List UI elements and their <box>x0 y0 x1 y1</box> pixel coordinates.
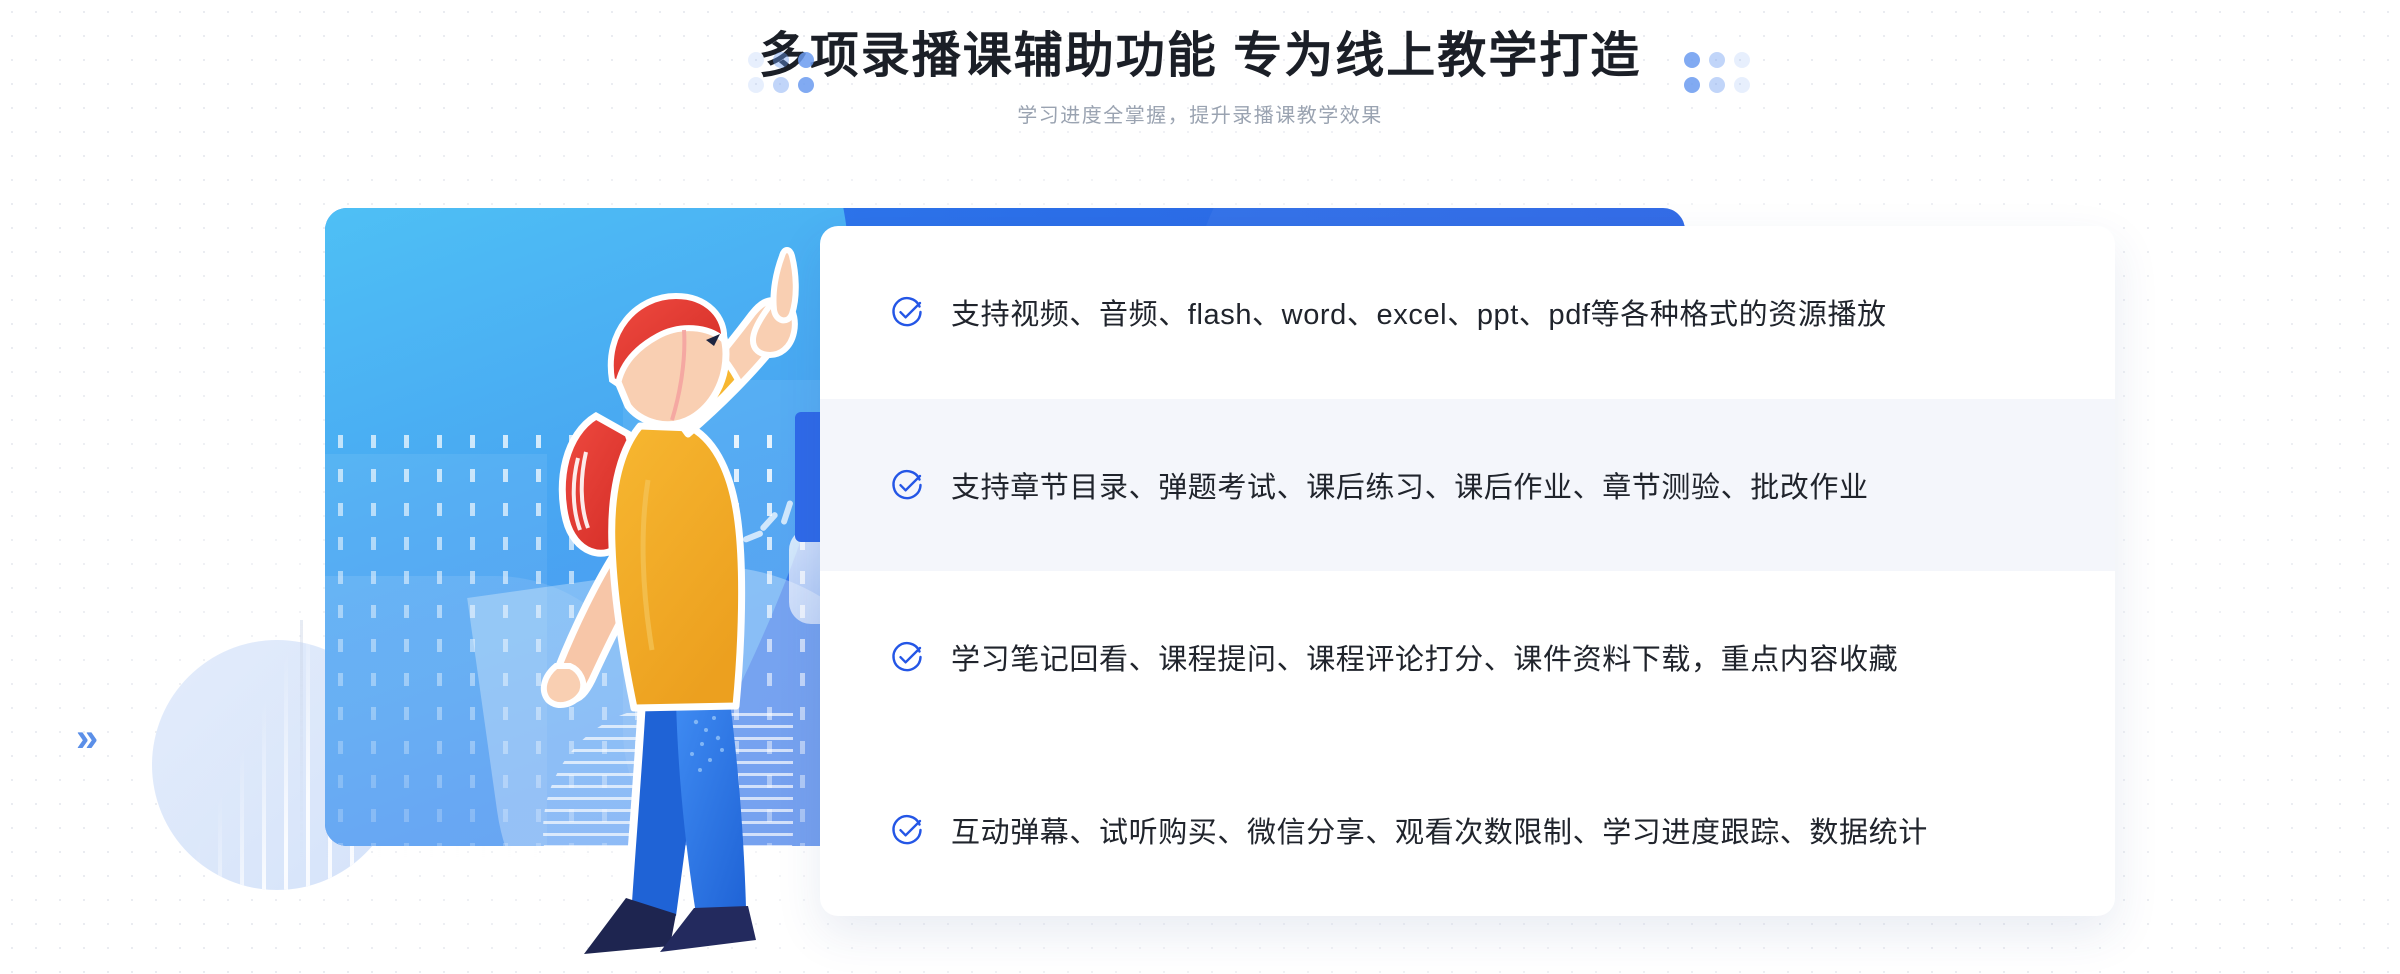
page-header: 多项录播课辅助功能 专为线上教学打造 学习进度全掌握，提升录播课教学效果 <box>0 0 2400 150</box>
feature-text: 支持视频、音频、flash、word、excel、ppt、pdf等各种格式的资源… <box>951 299 1887 332</box>
double-chevron-right-icon: » <box>76 716 99 760</box>
page-title: 多项录播课辅助功能 专为线上教学打造 <box>758 29 1642 83</box>
decorative-dot-cluster-right <box>1684 52 1750 93</box>
feature-text: 互动弹幕、试听购买、微信分享、观看次数限制、学习进度跟踪、数据统计 <box>951 816 1928 849</box>
check-circle-icon <box>892 814 922 845</box>
feature-row-2[interactable]: 支持章节目录、弹题考试、课后练习、课后作业、章节测验、批改作业 <box>820 398 2115 571</box>
decorative-dot-cluster-left <box>748 52 814 93</box>
feature-row-4[interactable]: 互动弹幕、试听购买、微信分享、观看次数限制、学习进度跟踪、数据统计 <box>820 744 2115 917</box>
check-circle-icon <box>892 297 922 327</box>
feature-text: 支持章节目录、弹题考试、课后练习、课后作业、章节测验、批改作业 <box>951 471 1869 504</box>
feature-row-1[interactable]: 支持视频、音频、flash、word、excel、ppt、pdf等各种格式的资源… <box>820 226 2115 399</box>
feature-list-card: 支持视频、音频、flash、word、excel、ppt、pdf等各种格式的资源… <box>820 226 2115 916</box>
feature-text: 学习笔记回看、课程提问、课程评论打分、课件资料下载，重点内容收藏 <box>951 644 1899 677</box>
check-circle-icon <box>892 642 922 672</box>
check-circle-icon <box>892 469 922 500</box>
feature-row-3[interactable]: 学习笔记回看、课程提问、课程评论打分、课件资料下载，重点内容收藏 <box>820 571 2115 744</box>
pointing-woman-illustration <box>540 247 799 954</box>
page-subtitle: 学习进度全掌握，提升录播课教学效果 <box>1017 105 1383 128</box>
